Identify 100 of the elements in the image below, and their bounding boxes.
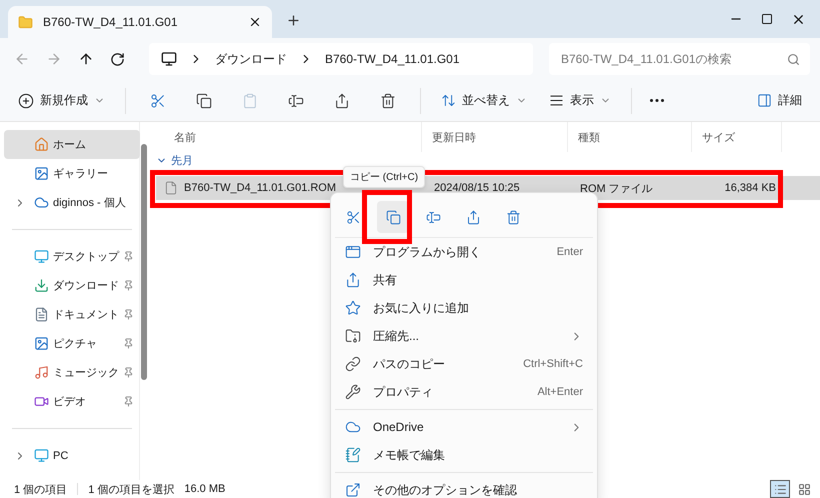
search-input[interactable]: B760-TW_D4_11.01.G01の検索 <box>559 51 787 67</box>
sidebar-item[interactable]: diginnos - 個人 <box>4 188 140 217</box>
menu-item[interactable]: お気に入りに追加 <box>335 294 593 322</box>
share-icon <box>334 92 350 108</box>
file-icon <box>164 181 178 195</box>
menu-action-button[interactable] <box>377 201 409 233</box>
menu-item[interactable]: その他のオプションを確認 <box>335 476 593 498</box>
copy-icon <box>196 92 212 108</box>
group-label: 先月 <box>171 154 193 168</box>
folder-icon <box>18 14 33 30</box>
maximize-icon[interactable] <box>761 13 773 25</box>
size-cell-text: 16,384 KB <box>724 182 777 194</box>
pin-icon <box>123 251 134 262</box>
tab-title: B760-TW_D4_11.01.G01 <box>43 15 179 29</box>
group-header[interactable]: 先月 <box>152 152 820 168</box>
menu-item[interactable]: プロパティ Alt+Enter <box>335 378 593 406</box>
external-icon <box>345 482 361 498</box>
column-header[interactable]: 種類 <box>568 122 692 152</box>
sidebar-item[interactable]: ミュージック <box>4 358 140 387</box>
menu-item[interactable]: パスのコピー Ctrl+Shift+C <box>335 350 593 378</box>
sidebar-item[interactable]: ビデオ <box>4 387 140 416</box>
sort-button[interactable]: 並べ替え <box>435 88 533 113</box>
desktop-icon <box>34 249 49 264</box>
list-icon <box>774 482 786 496</box>
computer-icon <box>161 51 177 67</box>
sidebar-item[interactable]: PC <box>4 441 140 470</box>
shortcut-text: Alt+Enter <box>537 386 583 398</box>
selection-size: 16.0 MB <box>184 483 226 495</box>
trash-icon <box>380 92 396 108</box>
sidebar-item[interactable]: デスクトップ <box>4 242 140 271</box>
folder-tab[interactable]: B760-TW_D4_11.01.G01 <box>8 6 272 38</box>
notepad-icon <box>345 447 361 463</box>
date-cell-text: 2024/08/15 10:25 <box>433 182 521 194</box>
home-icon <box>34 137 49 152</box>
up-icon[interactable] <box>78 51 94 67</box>
selection-count: 1 個の項目を選択 <box>88 482 174 496</box>
column-header[interactable]: 更新日時 <box>422 122 568 152</box>
menu-item[interactable]: プログラムから開く Enter <box>335 238 593 266</box>
type-cell-text: ROM ファイル <box>579 182 654 196</box>
search-icon <box>787 52 800 66</box>
cloud-icon <box>345 419 361 435</box>
sort-arrows-icon <box>441 93 456 108</box>
share-icon <box>466 210 480 224</box>
archive-folder-icon <box>345 328 361 344</box>
details-button[interactable]: 詳細 <box>751 88 808 113</box>
sidebar-item[interactable]: ホーム <box>4 130 140 159</box>
computer-icon <box>34 448 49 463</box>
scrollbar-thumb[interactable] <box>141 144 147 380</box>
sidebar-item[interactable]: ピクチャ <box>4 329 140 358</box>
video-icon <box>34 394 49 409</box>
grid-icon <box>798 482 810 496</box>
tooltip: コピー (Ctrl+C) <box>343 166 426 188</box>
clipboard-icon <box>242 92 258 108</box>
details-view-button[interactable] <box>770 480 790 498</box>
scissors-icon <box>346 210 360 224</box>
star-icon <box>345 300 361 316</box>
plus-circle-icon <box>18 92 34 108</box>
menu-item[interactable]: メモ帳で編集 <box>335 441 593 469</box>
rename-icon <box>426 210 440 224</box>
sidebar-item[interactable]: ドキュメント <box>4 300 140 329</box>
pin-icon <box>123 367 134 378</box>
path-icon <box>345 356 361 372</box>
column-header[interactable]: 名前 <box>152 122 422 152</box>
trash-icon <box>506 210 520 224</box>
plus-icon <box>286 13 301 28</box>
item-count: 1 個の項目 <box>14 482 68 496</box>
path-segment[interactable]: B760-TW_D4_11.01.G01 <box>325 52 460 66</box>
sidebar-item[interactable]: ギャラリー <box>4 159 140 188</box>
shortcut-text: Enter <box>556 246 583 258</box>
menu-item[interactable]: 圧縮先... <box>335 322 593 350</box>
path-segment[interactable]: ダウンロード <box>215 50 287 68</box>
address-bar[interactable]: ダウンロード B760-TW_D4_11.01.G01 <box>149 43 533 75</box>
search-field[interactable]: B760-TW_D4_11.01.G01の検索 <box>549 43 810 75</box>
pin-icon <box>123 309 134 320</box>
sidebar-item[interactable]: ダウンロード <box>4 271 140 300</box>
wrench-icon <box>345 384 361 400</box>
document-icon <box>34 307 49 322</box>
file-name: B760-TW_D4_11.01.G01.ROM <box>184 182 336 194</box>
cloud-icon <box>34 195 49 210</box>
app-icon <box>345 244 361 260</box>
picture-icon <box>34 336 49 351</box>
new-button[interactable]: 新規作成 <box>12 88 111 113</box>
refresh-icon[interactable] <box>110 52 125 66</box>
pin-icon <box>123 280 134 291</box>
pin-icon <box>123 338 134 349</box>
music-icon <box>34 365 49 380</box>
ellipsis-icon <box>650 99 664 102</box>
download-icon <box>34 278 49 293</box>
copy-icon <box>386 210 400 224</box>
panel-icon <box>757 93 772 108</box>
menu-item[interactable]: 共有 <box>335 266 593 294</box>
shortcut-text: Ctrl+Shift+C <box>523 358 583 370</box>
close-tab-icon[interactable] <box>248 15 262 29</box>
column-header[interactable]: サイズ <box>692 122 782 152</box>
pin-icon <box>123 396 134 407</box>
share-icon <box>345 272 361 288</box>
picture-icon <box>34 166 49 181</box>
rename-icon <box>288 92 304 108</box>
view-button[interactable]: 表示 <box>543 88 617 113</box>
menu-item[interactable]: OneDrive <box>335 413 593 441</box>
